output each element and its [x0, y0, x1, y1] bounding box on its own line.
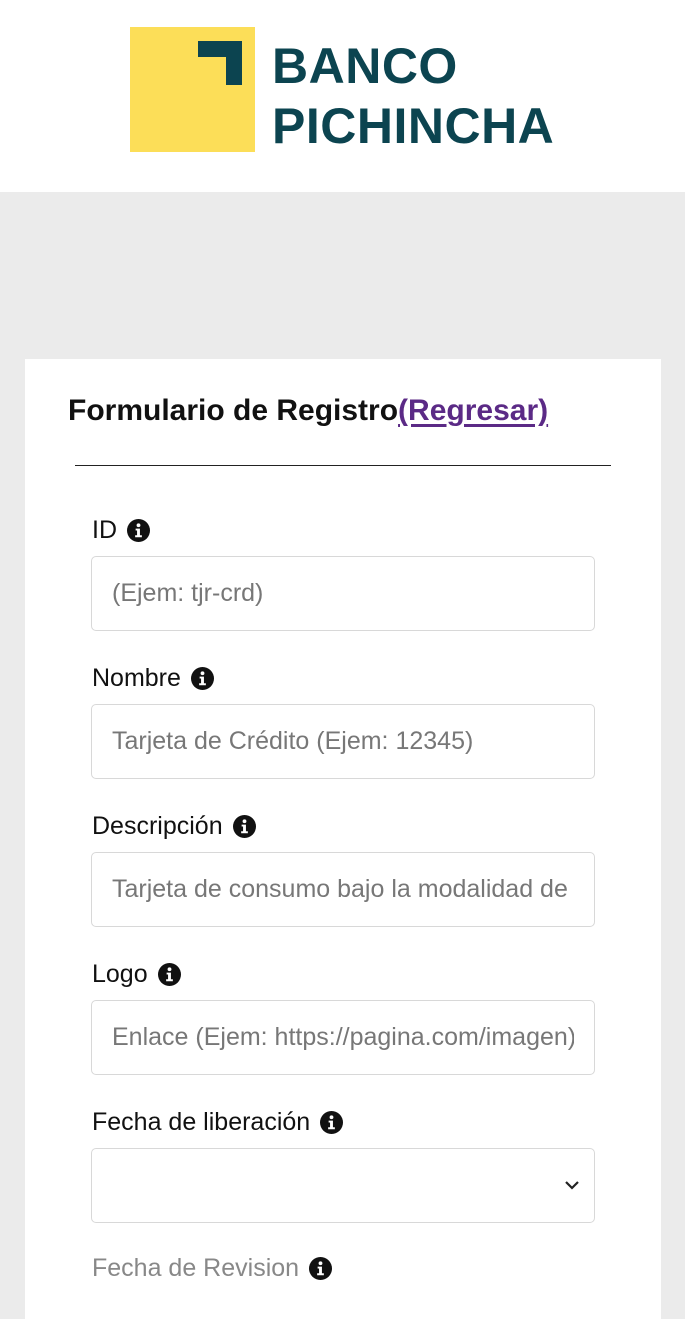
id-input[interactable]: [92, 557, 594, 630]
nombre-input[interactable]: [92, 705, 594, 778]
brand-line-1: BANCO: [272, 38, 458, 94]
info-circle-icon[interactable]: [309, 1257, 333, 1280]
info-circle-icon[interactable]: [190, 667, 214, 690]
descripcion-label: Descripción: [92, 812, 256, 841]
id-label: ID: [92, 516, 150, 545]
back-link[interactable]: (Regresar): [398, 394, 548, 427]
brand-line-2: PICHINCHA: [272, 98, 555, 154]
logo-mark-icon: [198, 41, 242, 85]
nombre-label-text: Nombre: [92, 664, 181, 692]
brand-name: BANCO PICHINCHA: [272, 36, 554, 156]
fecha-revision-label: Fecha de Revision: [92, 1254, 333, 1283]
fecha-liberacion-label: Fecha de liberación: [92, 1108, 344, 1137]
descripcion-label-text: Descripción: [92, 812, 223, 840]
app-header: BANCO PICHINCHA: [0, 0, 685, 192]
bank-logo: [130, 27, 255, 152]
info-circle-icon[interactable]: [127, 519, 150, 542]
id-field[interactable]: [91, 556, 595, 631]
info-circle-icon[interactable]: [232, 815, 256, 838]
descripcion-field[interactable]: [91, 852, 595, 927]
id-label-text: ID: [92, 516, 117, 544]
logo-input[interactable]: [92, 1001, 594, 1074]
info-circle-icon[interactable]: [157, 963, 181, 986]
fecha-liberacion-select[interactable]: [91, 1148, 595, 1223]
nombre-field[interactable]: [91, 704, 595, 779]
form-title: Formulario de Registro(Regresar): [68, 394, 548, 428]
title-divider: [75, 465, 611, 466]
logo-field[interactable]: [91, 1000, 595, 1075]
fecha-revision-label-text: Fecha de Revision: [92, 1254, 300, 1282]
nombre-label: Nombre: [92, 664, 214, 693]
logo-label: Logo: [92, 960, 181, 989]
descripcion-input[interactable]: [92, 853, 594, 926]
info-circle-icon[interactable]: [320, 1111, 344, 1134]
fecha-liberacion-label-text: Fecha de liberación: [92, 1108, 311, 1136]
form-title-text: Formulario de Registro: [68, 394, 399, 427]
chevron-down-icon[interactable]: [564, 1179, 580, 1191]
logo-label-text: Logo: [92, 960, 148, 988]
